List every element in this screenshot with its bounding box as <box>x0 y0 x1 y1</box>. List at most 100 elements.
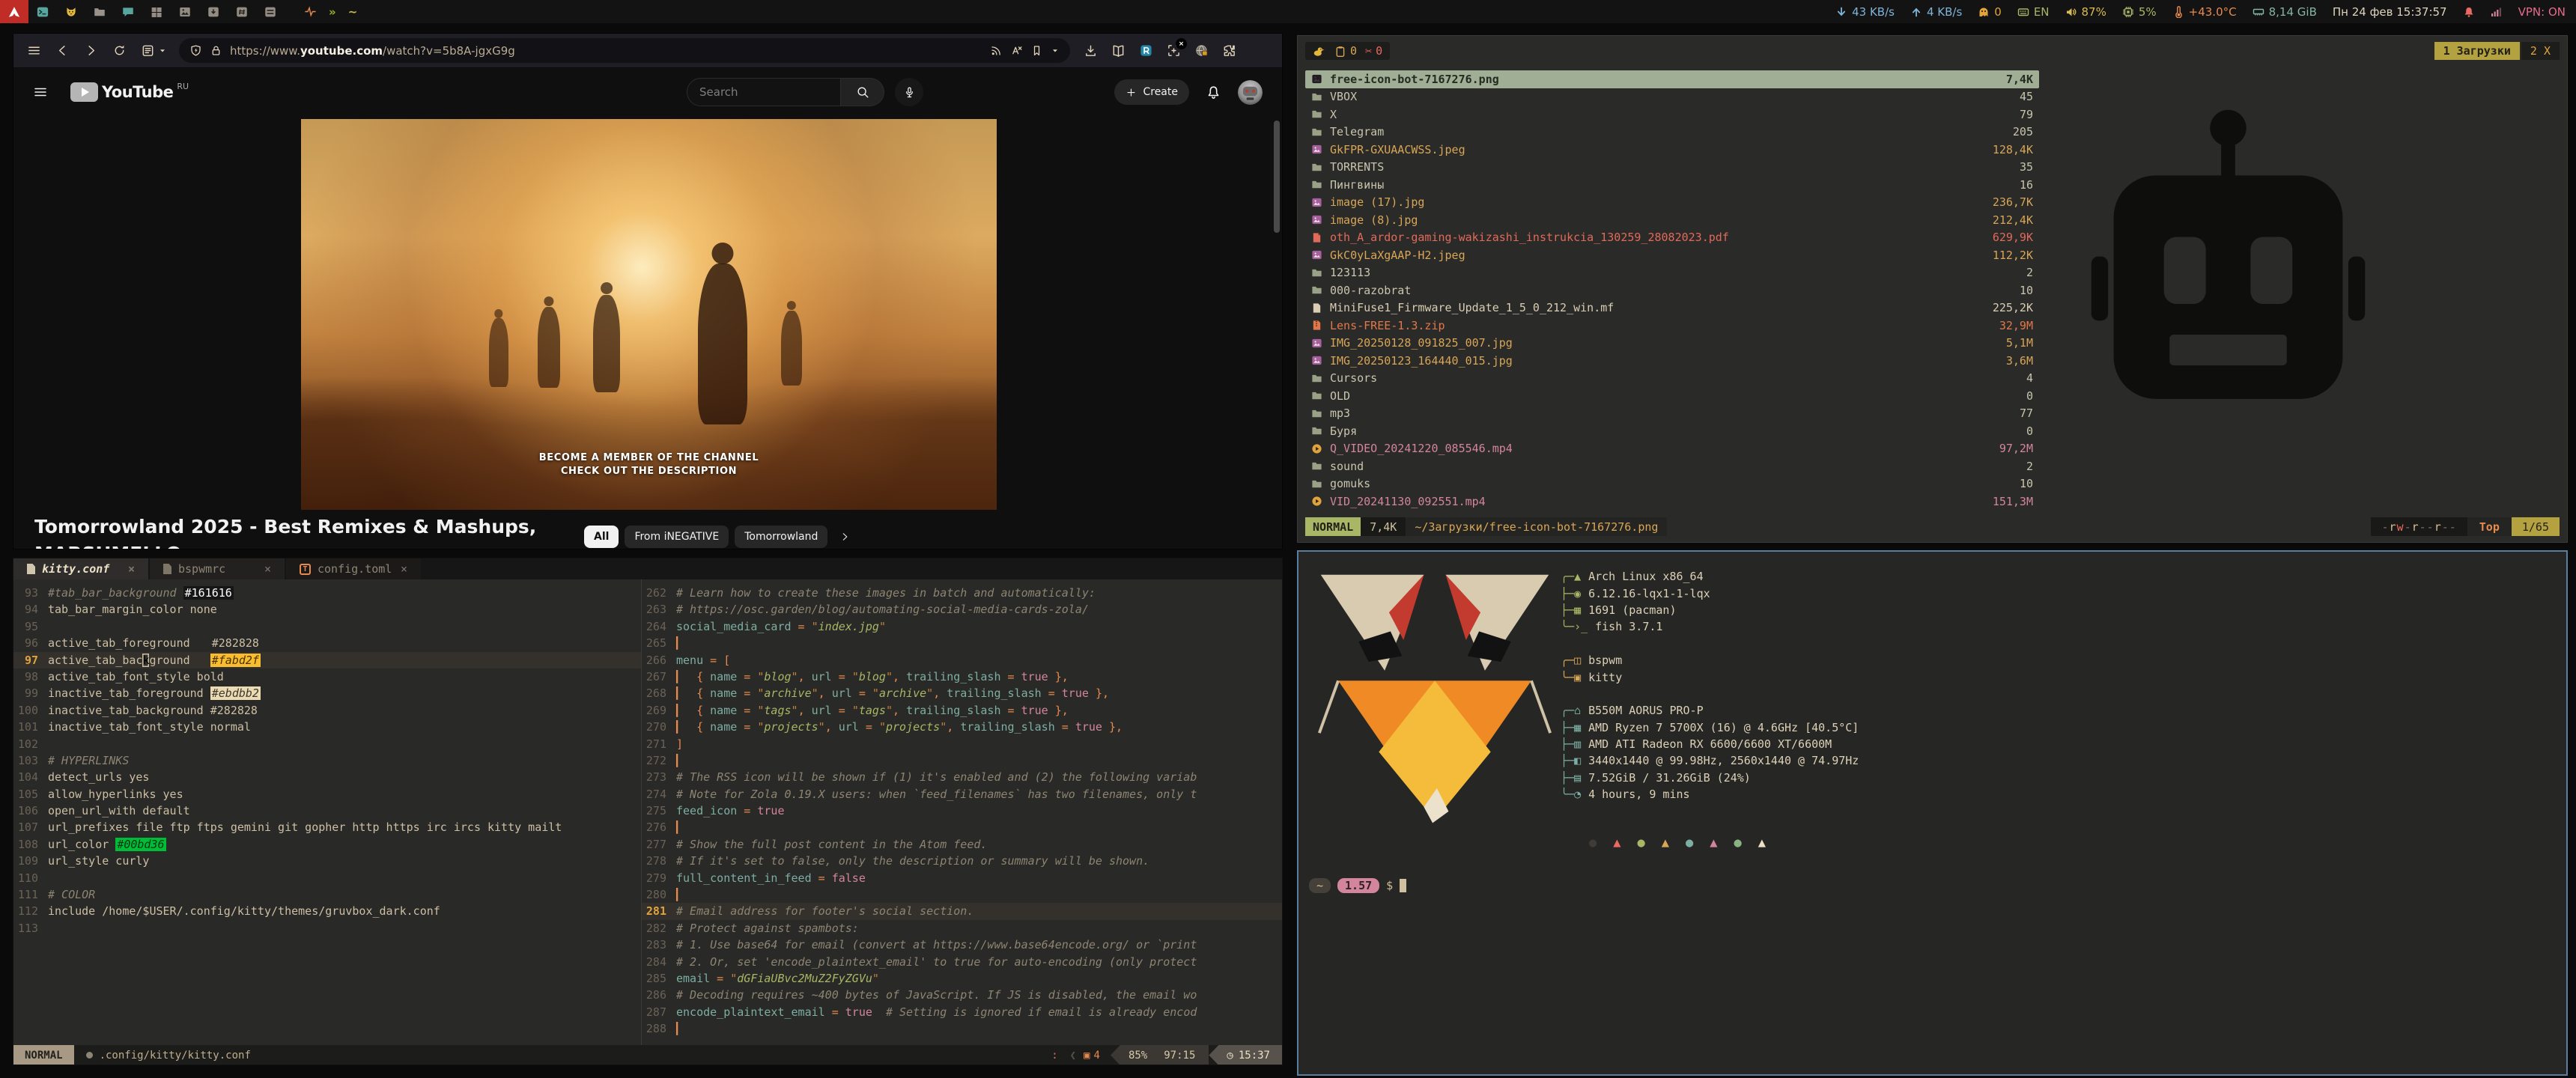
module-net-up[interactable]: 4 KB/s <box>1910 5 1962 19</box>
file-row[interactable]: sound2 <box>1305 457 2039 475</box>
module-ghost[interactable]: 0 <box>1978 5 2002 19</box>
module-text[interactable]: Пн 24 фев 15:37:57 <box>2333 5 2447 19</box>
youtube-logo[interactable]: YouTube RU <box>70 82 189 102</box>
search-button[interactable] <box>841 78 884 106</box>
workspace-10-list-icon[interactable] <box>256 0 285 23</box>
image-icon <box>1311 144 1330 155</box>
file-row[interactable]: OLD0 <box>1305 387 2039 405</box>
chevron-down-icon[interactable] <box>158 46 167 55</box>
hamburger-icon[interactable] <box>33 85 48 100</box>
bookmark-icon[interactable] <box>1030 44 1043 57</box>
editor-tab-bspwmrc[interactable]: bspwmrc× <box>150 558 285 579</box>
file-row[interactable]: MiniFuse1_Firmware_Update_1_5_0_212_win.… <box>1305 299 2039 317</box>
file-row[interactable]: Буря0 <box>1305 422 2039 440</box>
file-row[interactable]: gomuks10 <box>1305 475 2039 493</box>
file-row[interactable]: Cursors4 <box>1305 370 2039 388</box>
desktop: » ~ 43 KB/s 4 KB/s 0 EN 87% 5% +43.0°C 8,14 GiB… <box>0 0 2576 1078</box>
pulse-icon[interactable] <box>304 5 317 18</box>
notifications-bell-icon[interactable] <box>1206 85 1221 100</box>
workspace-2-terminal-icon[interactable] <box>28 0 57 23</box>
menu-icon[interactable] <box>27 43 41 58</box>
tray-chevrons[interactable]: » <box>329 5 336 19</box>
url-bar[interactable]: https://www.youtube.com/watch?v=5b8A-jgx… <box>179 38 1070 63</box>
module-net-down[interactable]: 43 KB/s <box>1835 5 1895 19</box>
workspace-4-folder-icon[interactable] <box>85 0 114 23</box>
editor-pane-config-toml[interactable]: 262# Learn how to create these images in… <box>642 579 1282 1045</box>
screenshot-icon[interactable]: × <box>1167 43 1181 58</box>
file-row[interactable]: Пингвины16 <box>1305 176 2039 194</box>
editor-tab-kitty-conf[interactable]: kitty.conf× <box>13 558 148 579</box>
module-bell[interactable] <box>2463 6 2475 18</box>
forward-icon[interactable] <box>84 43 98 58</box>
workspace-1-arch-icon[interactable] <box>0 0 28 23</box>
file-row[interactable]: GkFPR-GXUAACWSS.jpeg128,4K <box>1305 141 2039 159</box>
file-row[interactable]: VID_20241130_092551.mp4151,3M <box>1305 493 2039 511</box>
file-row[interactable]: VBOX45 <box>1305 88 2039 106</box>
file-row[interactable]: Q_VIDEO_20241220_085546.mp497,2M <box>1305 440 2039 458</box>
chip-all[interactable]: All <box>584 526 619 548</box>
file-row[interactable]: 1231132 <box>1305 264 2039 282</box>
downloads-icon[interactable] <box>1084 43 1098 58</box>
reload-icon[interactable] <box>112 43 127 58</box>
reader-icon[interactable] <box>1111 43 1126 58</box>
workspace-3-cat-icon[interactable] <box>57 0 85 23</box>
video-player[interactable]: BECOME A MEMBER OF THE CHANNEL CHECK OUT… <box>301 119 997 510</box>
avatar[interactable] <box>1238 80 1263 105</box>
module-signal[interactable] <box>2491 6 2503 18</box>
module-cpu[interactable]: 5% <box>2122 5 2157 19</box>
file-row[interactable]: 000-razobrat10 <box>1305 281 2039 299</box>
urlbar-dropdown-icon[interactable] <box>1051 46 1060 55</box>
close-icon[interactable]: × <box>264 562 271 576</box>
module-volume[interactable]: 87% <box>2065 5 2106 19</box>
editor-pane-kitty-conf[interactable]: 93#tab_bar_background #16161694tab_bar_m… <box>13 579 642 1045</box>
workspace-5-chat-icon[interactable] <box>114 0 142 23</box>
video-figure <box>781 311 802 386</box>
file-row[interactable]: image (8).jpg212,4K <box>1305 211 2039 229</box>
file-row[interactable]: X79 <box>1305 106 2039 124</box>
module-keyboard[interactable]: EN <box>2017 5 2050 19</box>
tray-tilde[interactable]: ~ <box>348 5 358 19</box>
editor-tab-config-toml[interactable]: Tconfig.toml× <box>286 558 421 579</box>
module-thermometer[interactable]: +43.0°C <box>2172 5 2237 19</box>
module-memory[interactable]: 8,14 GiB <box>2253 5 2317 19</box>
workspace-9-hash-icon[interactable] <box>228 0 256 23</box>
workspace-7-image-icon[interactable] <box>171 0 199 23</box>
page-scrollbar[interactable] <box>1274 121 1280 233</box>
url-text[interactable]: https://www.youtube.com/watch?v=5b8A-jgx… <box>230 44 515 58</box>
shield-icon[interactable] <box>189 44 202 57</box>
file-row[interactable]: GkC0yLaXgAAP-H2.jpeg112,2K <box>1305 246 2039 264</box>
sidebar-icon[interactable] <box>141 43 155 58</box>
create-button[interactable]: Create <box>1114 79 1189 105</box>
file-row[interactable]: Telegram205 <box>1305 124 2039 141</box>
chip-tomorrowland[interactable]: Tomorrowland <box>735 526 827 548</box>
lock-icon[interactable] <box>210 44 222 57</box>
extensions-puzzle-icon[interactable] <box>1222 43 1236 58</box>
file-row[interactable]: oth_A_ardor-gaming-wakizashi_instrukcia_… <box>1305 229 2039 247</box>
file-row[interactable]: IMG_20250128_091825_007.jpg5,1M <box>1305 335 2039 353</box>
file-row[interactable]: mp377 <box>1305 405 2039 423</box>
file-row[interactable]: free-icon-bot-7167276.png7,4K <box>1305 70 2039 88</box>
back-icon[interactable] <box>55 43 70 58</box>
terminal-window[interactable]: ╭─▲Arch Linux x86_64├─◉6.12.16-lqx1-1-lq… <box>1297 550 2568 1076</box>
yazi-tab-2[interactable]: 2 X <box>2521 42 2560 60</box>
mic-button[interactable] <box>895 78 923 106</box>
file-row[interactable]: IMG_20250123_164440_015.jpg3,6M <box>1305 352 2039 370</box>
r-extension-icon[interactable] <box>1139 43 1153 58</box>
close-icon[interactable]: × <box>128 562 135 576</box>
chip-from-inegative[interactable]: From iNEGATIVE <box>625 526 729 548</box>
close-icon[interactable]: × <box>401 562 407 576</box>
privacy-globe-icon[interactable] <box>1194 43 1209 58</box>
chips-chevron-right-icon[interactable] <box>839 532 850 542</box>
file-row[interactable]: image (17).jpg236,7K <box>1305 194 2039 212</box>
search-input[interactable] <box>699 85 828 99</box>
rss-icon[interactable] <box>990 44 1003 57</box>
file-row[interactable]: TORRENTS35 <box>1305 159 2039 177</box>
workspace-6-windows-icon[interactable] <box>142 0 171 23</box>
workspace-8-download-icon[interactable] <box>199 0 228 23</box>
file-row[interactable]: Lens-FREE-1.3.zip32,9M <box>1305 317 2039 335</box>
search-field[interactable] <box>687 78 841 106</box>
yazi-tab-1[interactable]: 1 Загрузки <box>2434 42 2520 60</box>
translate-icon[interactable] <box>1010 44 1023 57</box>
shell-prompt[interactable]: ~ 1.57 $ <box>1309 878 1406 893</box>
module-text[interactable]: VPN: ON <box>2518 5 2566 19</box>
